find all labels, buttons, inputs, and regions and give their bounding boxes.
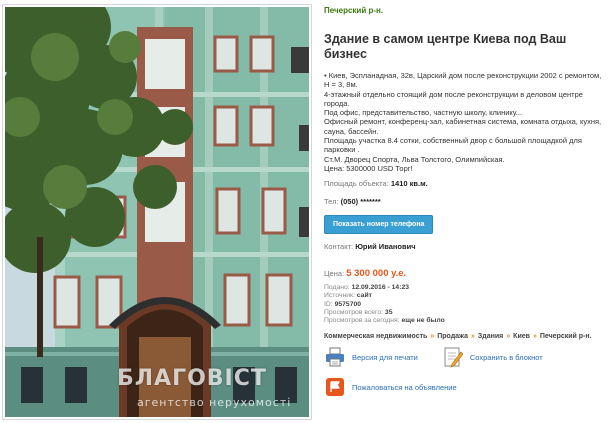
district-link[interactable]: Печерский р-н. [324, 6, 606, 15]
description-line: Площадь участка 8.4 сотки, собственный д… [324, 136, 582, 155]
breadcrumb-separator: » [471, 333, 475, 341]
print-version-link[interactable]: Версия для печати [324, 346, 418, 368]
contact-value: Юрий Иванович [355, 242, 416, 252]
listing-photo-frame: БЛАГОВІСТ агентство нерухомості [2, 4, 312, 420]
area-label: Площадь объекта: [324, 179, 389, 189]
description-line: Офисный ремонт, конференц-зал, кабинетна… [324, 117, 602, 136]
breadcrumb-separator: » [506, 333, 511, 341]
description-line: 4-этажный отдельно стоящий дом после рек… [324, 89, 583, 108]
meta-source-value: сайт [356, 292, 372, 300]
report-icon [324, 376, 346, 398]
meta-id-value: 9575700 [334, 300, 362, 308]
meta-id-label: ID: [324, 300, 333, 308]
phone-value: (050) ******* [340, 197, 381, 207]
listing-info: Печерский р-н. Здание в самом центре Кие… [324, 6, 606, 398]
meta-views-today-value: еще не было [401, 317, 445, 325]
meta-posted-value: 12.09.2016 - 14:23 [351, 284, 410, 292]
description-line: Под офис, представительство, частную шко… [324, 108, 523, 118]
watermark-logo: БЛАГОВІСТ [117, 366, 267, 391]
building-photo-illustration [5, 7, 309, 417]
watermark-subtitle: агентство нерухомості [137, 396, 292, 409]
meta-views-label: Просмотров всего: [324, 308, 384, 316]
listing-actions: Версия для печати Сохранить в блокнот [324, 346, 606, 368]
breadcrumb: Коммерческая недвижимость» Продажа» Здания… [324, 333, 606, 340]
save-to-notepad-link[interactable]: Сохранить в блокнот [442, 346, 543, 368]
report-label: Пожаловаться на объявление [352, 382, 457, 392]
price-value: 5 300 000 у.е. [346, 268, 407, 280]
description-line: Цена: 5300000 USD Торг! [324, 163, 413, 173]
area-value: 1410 кв.м. [390, 179, 428, 189]
meta-source: Источник: сайт [324, 292, 606, 300]
description-line: • Киев, Эспланадная, 32в, Царский дом по… [324, 71, 602, 90]
price-label: Цена: [324, 269, 345, 279]
breadcrumb-separator: » [532, 333, 537, 341]
printer-icon [324, 346, 346, 368]
print-version-label: Версия для печати [352, 352, 418, 362]
meta-views-today: Просмотров за сегодня: еще не было [324, 317, 606, 325]
breadcrumb-item[interactable]: Киев [513, 333, 530, 340]
breadcrumb-item[interactable]: Коммерческая недвижимость [324, 333, 427, 340]
meta-views-value: 35 [384, 308, 393, 316]
report-link[interactable]: Пожаловаться на объявление [324, 376, 606, 398]
area-row: Площадь объекта: 1410 кв.м. [324, 179, 606, 188]
breadcrumb-item[interactable]: Печерский р-н. [540, 333, 592, 340]
contact-row: Контакт: Юрий Иванович [324, 242, 606, 251]
listing-photo[interactable]: БЛАГОВІСТ агентство нерухомості [5, 7, 309, 417]
listing-meta: Подано: 12.09.2016 - 14:23 Источник: сай… [324, 284, 606, 325]
meta-posted-label: Подано: [324, 284, 350, 292]
phone-row: Тел: (050) ******* [324, 197, 606, 206]
meta-views: Просмотров всего: 35 [324, 309, 606, 317]
meta-source-label: Источник: [324, 292, 355, 300]
phone-label: Тел: [324, 197, 339, 207]
show-phone-button[interactable]: Показать номер телефона [324, 215, 434, 235]
breadcrumb-item[interactable]: Здания [478, 333, 503, 340]
price-row: Цена: 5 300 000 у.е. [324, 268, 606, 279]
meta-id: ID: 9575700 [324, 301, 606, 309]
listing-description: • Киев, Эспланадная, 32в, Царский дом по… [324, 71, 606, 173]
listing-title: Здание в самом центре Киева под Ваш бизн… [324, 32, 567, 61]
save-to-notepad-label: Сохранить в блокнот [469, 352, 543, 362]
meta-views-today-label: Просмотров за сегодня: [324, 317, 400, 325]
breadcrumb-item[interactable]: Продажа [437, 333, 468, 340]
notepad-icon [442, 346, 464, 368]
contact-label: Контакт: [324, 242, 354, 252]
breadcrumb-separator: » [430, 333, 435, 341]
description-line: Ст.М. Дворец Спорта, Льва Толстого, Олим… [324, 154, 505, 164]
